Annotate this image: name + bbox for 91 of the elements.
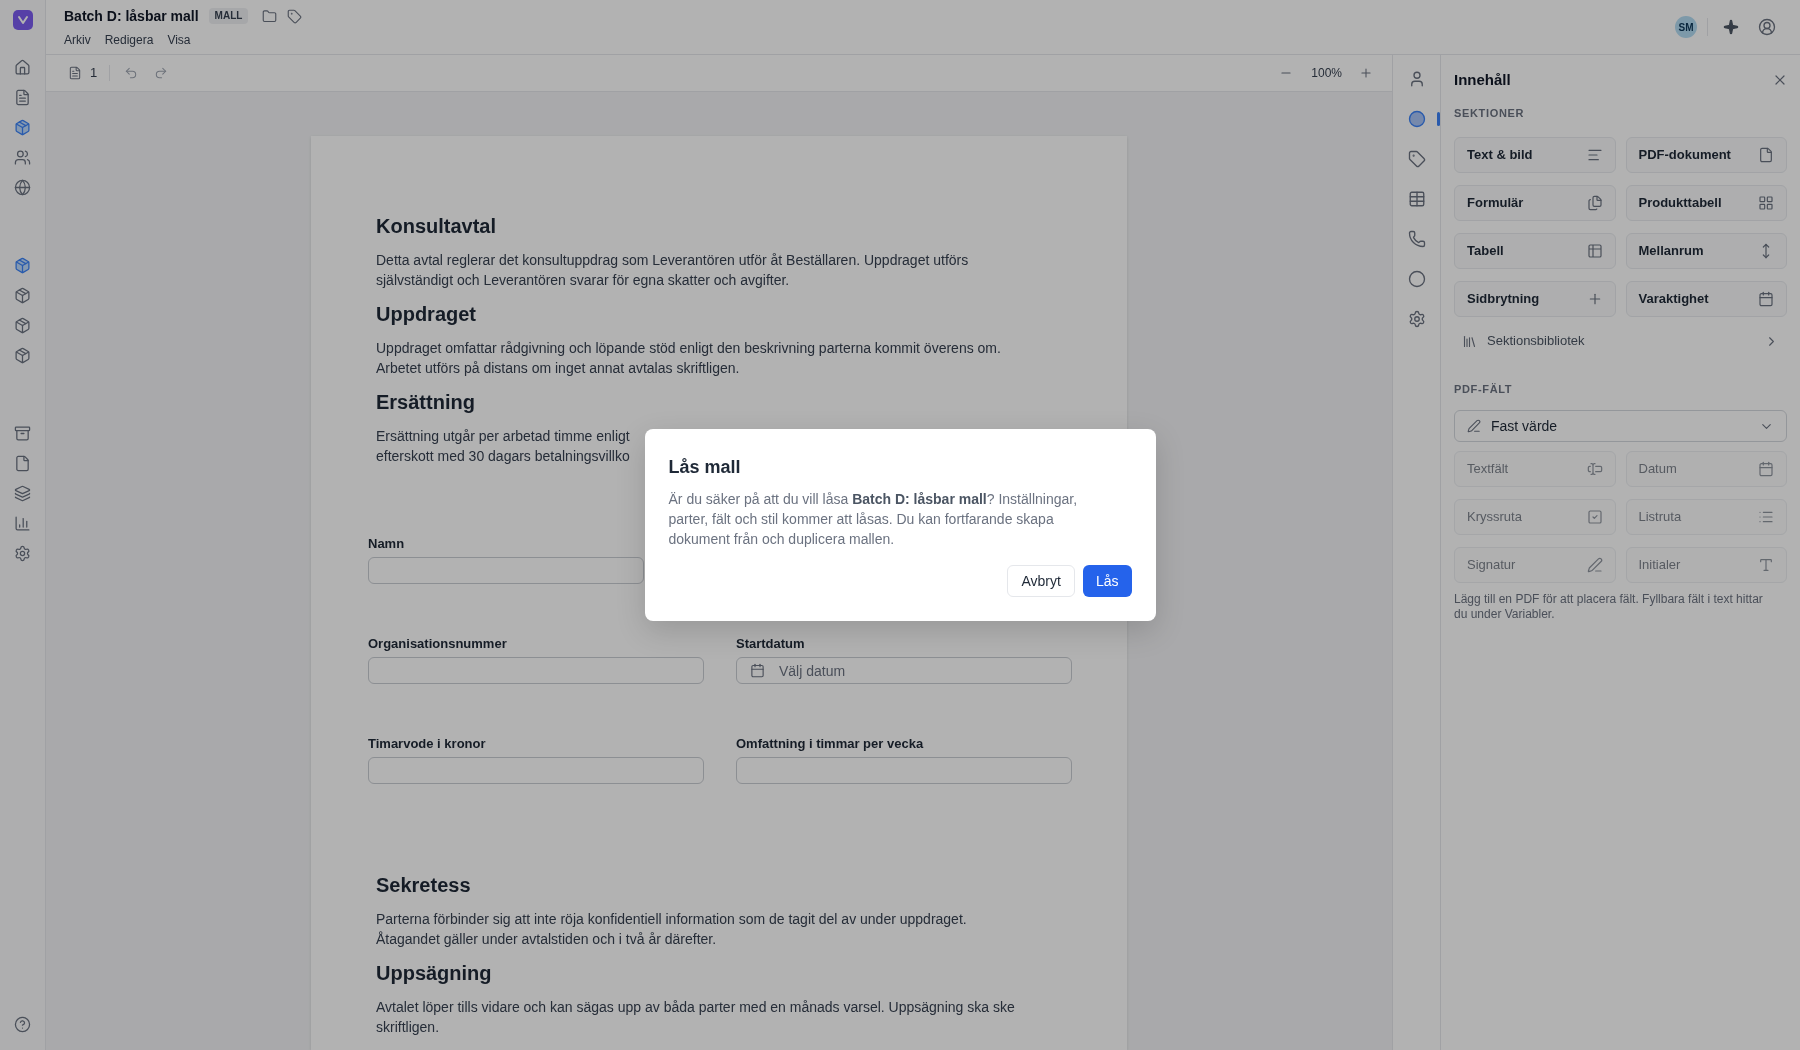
- input-field[interactable]: [368, 557, 644, 584]
- field-label: Omfattning i timmar per vecka: [736, 735, 924, 753]
- box-icon[interactable]: [14, 256, 31, 274]
- input-field[interactable]: [368, 757, 704, 784]
- dialog-title: Lås mall: [668, 456, 741, 479]
- file-icon: [1758, 147, 1774, 163]
- document-title: Batch D: låsbar mall: [64, 7, 199, 26]
- settings-icon[interactable]: [1407, 310, 1426, 328]
- confirm-button[interactable]: Lås: [1082, 565, 1132, 597]
- bar-chart-icon[interactable]: [14, 514, 31, 532]
- grid-icon: [1758, 195, 1774, 211]
- pen-icon: [1467, 419, 1481, 433]
- paragraph: Uppdraget omfattar rådgivning och löpande stöd enligt den beskrivning parterna kommit överens om. Arbetet utförs på distans om inget annat avtalas skriftligen.: [376, 339, 1001, 378]
- section-heading: Uppsägning: [376, 961, 492, 986]
- box-icon[interactable]: [14, 346, 31, 364]
- paragraph: Parterna förbinder sig att inte röja konfidentiell information som de tagit del av under uppdraget. Åtagandet gäller under avtalstiden och i två år därefter.: [376, 910, 967, 949]
- box-icon[interactable]: [14, 316, 31, 334]
- section-card[interactable]: Sidbrytning: [1454, 281, 1616, 317]
- calendar-icon: [1758, 461, 1774, 477]
- field-label: Namn: [368, 535, 405, 553]
- section-card[interactable]: Formulär: [1454, 185, 1616, 221]
- cancel-button[interactable]: Avbryt: [1007, 565, 1075, 597]
- folder-icon[interactable]: [262, 8, 278, 24]
- input-field[interactable]: [368, 657, 704, 684]
- paragraph: Ersättning utgår per arbetad timme enligt efterskott med 30 dagars betalningsvillko: [376, 427, 630, 466]
- group-label: SEKTIONER: [1454, 106, 1525, 121]
- circle-icon[interactable]: [1407, 270, 1426, 288]
- archive-icon[interactable]: [14, 424, 31, 442]
- paragraph: Avtalet löper tills vidare och kan sägas upp av båda parter med en månads varsel. Uppsägning ska ske skriftligen.: [376, 998, 1015, 1037]
- file-icon[interactable]: [14, 454, 31, 472]
- calendar-icon: [750, 663, 765, 678]
- box-icon[interactable]: [14, 286, 31, 304]
- user-avatar[interactable]: SM: [1675, 16, 1697, 38]
- section-heading: Sekretess: [376, 873, 471, 898]
- menu-item[interactable]: Visa: [167, 32, 191, 48]
- page-count: 1: [90, 64, 98, 83]
- user-circle-icon[interactable]: [1758, 18, 1776, 36]
- group-label: PDF-FÄLT: [1454, 382, 1513, 397]
- document-icon[interactable]: [68, 66, 82, 80]
- field-label: Timarvode i kronor: [368, 735, 486, 753]
- text-input-icon: [1586, 461, 1603, 477]
- help-icon[interactable]: [14, 1016, 31, 1033]
- files-icon: [1586, 195, 1603, 211]
- pen-icon: [1586, 557, 1603, 573]
- field-label: Startdatum: [736, 635, 805, 653]
- field-mode-select[interactable]: Fast värde: [1454, 410, 1787, 442]
- section-card[interactable]: Produkttabell: [1625, 185, 1787, 221]
- document-icon[interactable]: [14, 88, 31, 106]
- table-icon[interactable]: [1407, 190, 1426, 208]
- input-field[interactable]: [736, 757, 1072, 784]
- paragraph: Detta avtal reglerar det konsultuppdrag som Leverantören utför åt Beställaren. Uppdraget utförs självständigt och Leverantören svarar för egna skatter och avgifter.: [376, 251, 969, 290]
- checkbox-icon: [1586, 509, 1603, 525]
- zoom-level: 100%: [1311, 65, 1342, 82]
- section-card[interactable]: Text & bild: [1454, 137, 1616, 173]
- section-card[interactable]: Varaktighet: [1625, 281, 1787, 317]
- section-card[interactable]: PDF-dokument: [1625, 137, 1787, 173]
- books-icon: [1462, 333, 1477, 349]
- phone-icon[interactable]: [1407, 230, 1426, 248]
- panel-title: Innehåll: [1454, 69, 1511, 90]
- section-heading: Ersättning: [376, 390, 475, 415]
- tag-icon[interactable]: [287, 8, 303, 24]
- calendar-icon: [1758, 291, 1774, 307]
- section-heading: Uppdraget: [376, 302, 476, 327]
- menu-item[interactable]: Arkiv: [64, 32, 91, 48]
- section-heading: Konsultavtal: [376, 214, 497, 239]
- logo-icon[interactable]: [12, 10, 33, 30]
- globe-icon[interactable]: [14, 178, 31, 196]
- letter-icon: [1758, 557, 1774, 573]
- dialog-message: Är du säker på att du vill låsa Batch D: låsbar mall? Inställningar, parter, fält och stil kommer att låsas. Du kan fortfarande skapa dokument från och duplicera mallen.: [668, 490, 1079, 549]
- library-link[interactable]: Sektionsbibliotek: [1454, 325, 1787, 357]
- users-icon[interactable]: [14, 148, 31, 166]
- box-icon[interactable]: [14, 118, 31, 136]
- section-card[interactable]: Mellanrum: [1625, 233, 1787, 269]
- hint-text: Lägg till en PDF för att placera fält. Fyllbara fält i text hittar du under Variabler.: [1454, 592, 1764, 622]
- menu-item[interactable]: Redigera: [104, 32, 154, 48]
- list-icon: [1758, 509, 1774, 525]
- field-label: Organisationsnummer: [368, 635, 507, 653]
- zoom-in-icon[interactable]: [1359, 66, 1373, 80]
- tag-icon[interactable]: [1407, 150, 1426, 168]
- date-field[interactable]: Välj datum: [736, 657, 1072, 684]
- template-badge: MALL: [208, 8, 249, 24]
- table-icon: [1586, 243, 1603, 259]
- redo-icon[interactable]: [154, 66, 169, 80]
- settings-icon[interactable]: [14, 544, 31, 562]
- section-card[interactable]: Tabell: [1454, 233, 1616, 269]
- disc-icon[interactable]: [1407, 110, 1426, 128]
- text-lines-icon: [1586, 147, 1603, 163]
- layers-icon[interactable]: [14, 484, 31, 502]
- sparkle-icon[interactable]: [1723, 19, 1739, 35]
- home-icon[interactable]: [14, 58, 31, 76]
- undo-icon[interactable]: [124, 66, 139, 80]
